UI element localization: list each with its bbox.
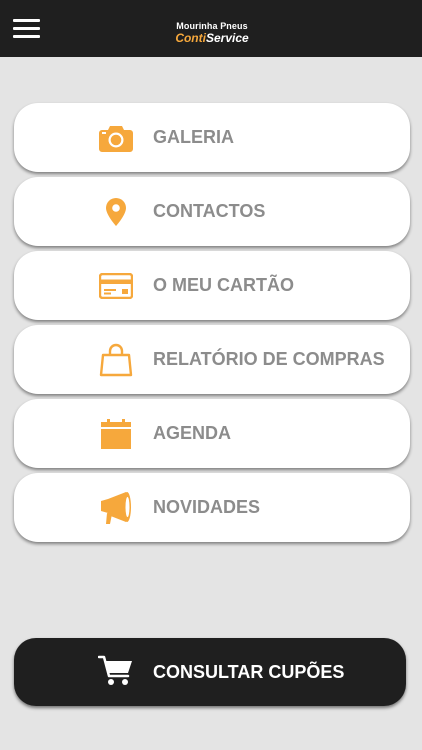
consultar-cupoes-label: CONSULTAR CUPÕES: [153, 662, 345, 682]
menu-button-relatorio-compras[interactable]: RELATÓRIO DE COMPRAS: [14, 325, 410, 394]
menu-label-galeria: GALERIA: [153, 127, 234, 147]
megaphone-icon: [98, 490, 134, 526]
menu-label-agenda: AGENDA: [153, 423, 232, 443]
cart-icon: [97, 654, 134, 690]
menu-label-cartao: O MEU CARTÃO: [153, 275, 294, 295]
camera-icon: [98, 120, 134, 156]
menu-button-contactos[interactable]: CONTACTOS: [14, 177, 410, 246]
logo-service-text: Service: [205, 31, 249, 45]
menu-label-relatorio-compras: RELATÓRIO DE COMPRAS: [153, 349, 385, 369]
logo-conti-text: Conti: [175, 31, 206, 45]
map-pin-icon: [98, 194, 134, 230]
menu-label-novidades: NOVIDADES: [153, 497, 261, 517]
shopping-bag-icon: [98, 342, 134, 378]
logo-top-text: Mourinha Pneus: [176, 21, 248, 31]
credit-card-icon: [98, 268, 134, 304]
consultar-cupoes-button[interactable]: CONSULTAR CUPÕES: [14, 638, 406, 706]
menu-label-contactos: CONTACTOS: [153, 201, 266, 221]
top-bar: Mourinha Pneus ContiService: [0, 0, 422, 57]
menu-button-novidades[interactable]: NOVIDADES: [14, 473, 410, 542]
menu-button-galeria[interactable]: GALERIA: [14, 103, 410, 172]
hamburger-icon[interactable]: [13, 19, 40, 39]
logo-bottom-text: ContiService: [162, 32, 262, 44]
calendar-icon: [98, 416, 134, 452]
menu-button-cartao[interactable]: O MEU CARTÃO: [14, 251, 410, 320]
menu-button-agenda[interactable]: AGENDA: [14, 399, 410, 468]
app-logo: Mourinha Pneus ContiService: [162, 21, 262, 45]
